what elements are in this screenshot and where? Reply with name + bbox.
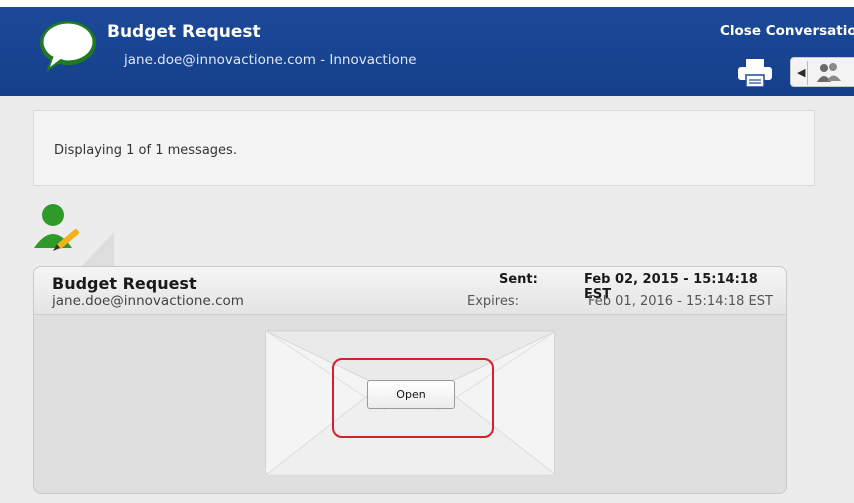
chat-bubble-icon — [40, 21, 96, 72]
header-top-line — [0, 0, 854, 7]
close-conversation-button[interactable]: Close Conversation — [720, 23, 854, 39]
header-bar: Budget Request jane.doe@innovactione.com… — [0, 0, 854, 96]
chevron-left-icon: ◀ — [797, 66, 806, 79]
message-count-text: Displaying 1 of 1 messages. — [54, 143, 237, 158]
conversation-subtitle: jane.doe@innovactione.com - Innovactione — [124, 52, 417, 68]
sender-avatar-icon — [34, 204, 80, 251]
participants-button[interactable]: ◀ — [790, 57, 854, 87]
expires-label: Expires: — [467, 294, 519, 309]
message-card: Budget Request jane.doe@innovactione.com… — [33, 266, 787, 494]
button-divider — [807, 61, 808, 85]
open-button[interactable]: Open — [367, 380, 455, 409]
people-icon — [817, 63, 841, 82]
message-header: Budget Request jane.doe@innovactione.com… — [34, 267, 786, 315]
message-title: Budget Request — [52, 274, 197, 293]
message-sender: jane.doe@innovactione.com — [52, 293, 244, 309]
expires-value: Feb 01, 2016 - 15:14:18 EST — [588, 294, 773, 309]
print-icon[interactable] — [737, 59, 773, 87]
message-pointer — [82, 232, 114, 266]
separator — [0, 186, 854, 206]
sent-label: Sent: — [499, 272, 538, 287]
envelope: Open — [265, 330, 556, 475]
message-count-panel: Displaying 1 of 1 messages. — [33, 110, 815, 186]
conversation-title: Budget Request — [107, 22, 261, 42]
